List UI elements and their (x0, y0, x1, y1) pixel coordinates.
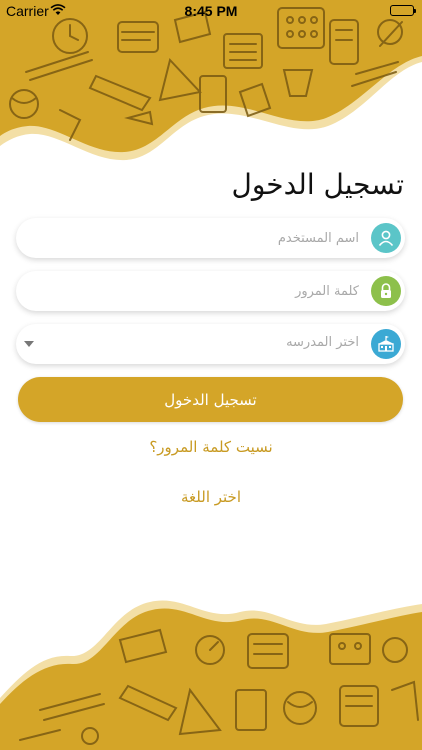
page-title: تسجيل الدخول (231, 168, 404, 201)
school-icon (371, 329, 401, 359)
chevron-down-icon[interactable] (24, 341, 34, 347)
top-decoration-pattern (0, 0, 422, 161)
clock: 8:45 PM (184, 3, 238, 19)
password-field[interactable] (16, 271, 405, 311)
bottom-decoration-pattern (0, 600, 422, 750)
lock-icon (371, 276, 401, 306)
status-bar: Carrier 8:45 PM (0, 0, 422, 22)
username-input[interactable] (32, 218, 359, 258)
school-select[interactable]: اختر المدرسه (16, 324, 405, 364)
bottom-wave (0, 608, 422, 750)
choose-language-link[interactable]: اختر اللغة (0, 488, 422, 506)
username-field[interactable] (16, 218, 405, 258)
login-button[interactable]: تسجيل الدخول (18, 377, 403, 422)
user-icon (371, 223, 401, 253)
school-select-placeholder: اختر المدرسه (286, 335, 359, 350)
battery-icon (390, 5, 416, 16)
forgot-password-link[interactable]: نسيت كلمة المرور؟ (0, 438, 422, 456)
password-input[interactable] (32, 271, 359, 311)
